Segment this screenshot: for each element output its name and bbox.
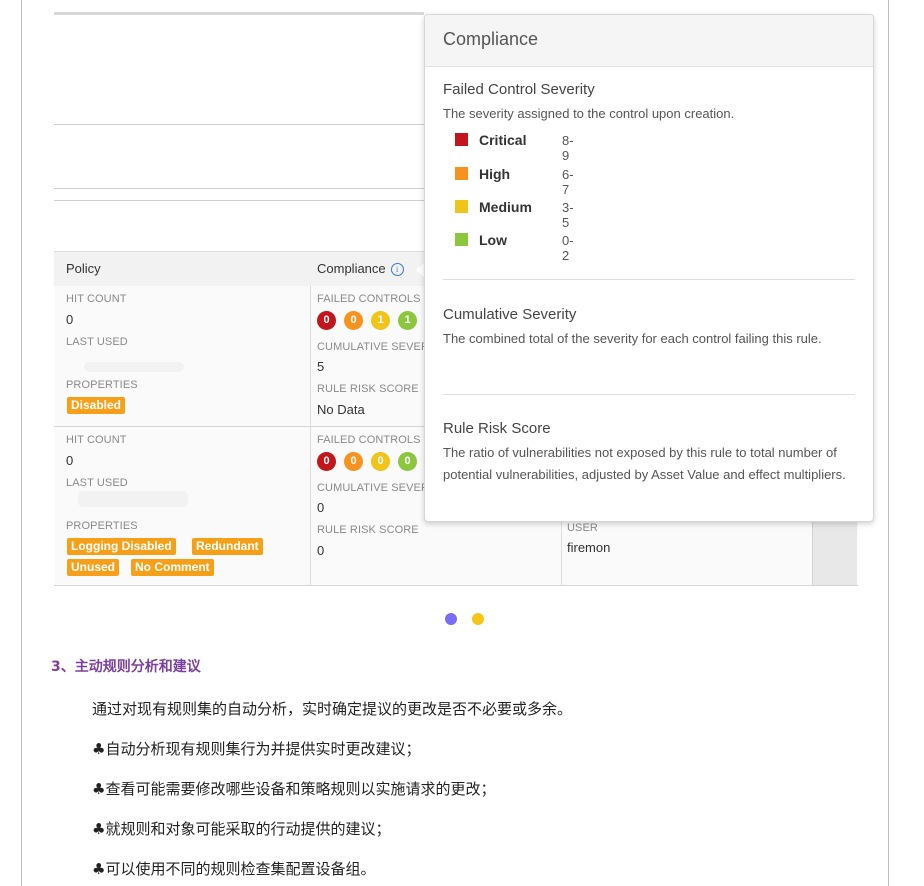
rule-risk-score-desc: The ratio of vulnerabilities not exposed…	[443, 445, 846, 482]
high-count-badge: 0	[344, 311, 363, 330]
page-border-left	[21, 0, 22, 886]
medium-count-badge: 1	[371, 311, 390, 330]
cumulative-severity-value: 5	[317, 359, 325, 374]
severity-name: High	[479, 166, 511, 182]
critical-count-badge: 0	[317, 452, 336, 471]
user-label: USER	[567, 522, 598, 534]
tag-unused: Unused	[67, 559, 120, 576]
section-heading: 3、主动规则分析和建议	[51, 659, 201, 675]
divider	[54, 188, 424, 189]
severity-name: Critical	[479, 132, 527, 148]
cumulative-severity-title: Cumulative Severity	[443, 306, 577, 323]
properties-label: PROPERTIES	[66, 520, 138, 532]
cumulative-severity-desc: The combined total of the severity for e…	[443, 331, 822, 346]
column-divider	[310, 427, 311, 585]
compliance-popover: Compliance Failed Control Severity The s…	[424, 14, 874, 522]
critical-swatch	[455, 133, 468, 146]
hit-count-value: 0	[66, 312, 74, 327]
column-header-policy[interactable]: Policy	[66, 252, 101, 286]
user-value: firemon	[567, 540, 611, 555]
popover-pointer	[416, 263, 424, 277]
medium-swatch	[455, 200, 468, 213]
hit-count-value: 0	[66, 453, 74, 468]
severity-range: 0-2	[562, 233, 574, 263]
bullet-item: ♣可以使用不同的规则检查集配置设备组。	[92, 860, 376, 878]
intro-paragraph: 通过对现有规则集的自动分析，实时确定提议的更改是否不必要或多余。	[92, 700, 573, 718]
carousel-dot[interactable]	[472, 613, 484, 625]
carousel-dot-active[interactable]	[445, 613, 457, 625]
low-swatch	[455, 233, 468, 246]
rule-risk-score-label: RULE RISK SCORE	[317, 524, 419, 536]
last-used-label: LAST USED	[66, 477, 128, 489]
tag-logging-disabled: Logging Disabled	[67, 538, 176, 555]
severity-range: 6-7	[562, 167, 574, 197]
cumulative-severity-label: CUMULATIVE SEVERI	[317, 482, 433, 494]
popover-header: Compliance	[425, 15, 873, 67]
failed-controls-label: FAILED CONTROLS	[317, 293, 421, 305]
info-icon[interactable]: i	[390, 263, 404, 276]
bullet-item: ♣查看可能需要修改哪些设备和策略规则以实施请求的更改；	[92, 780, 496, 798]
rule-risk-score-value: 0	[317, 543, 325, 558]
low-count-badge: 0	[398, 452, 417, 471]
popover-divider	[443, 394, 855, 395]
cumulative-severity-value: 0	[317, 500, 325, 515]
hit-count-label: HIT COUNT	[66, 434, 127, 446]
low-count-badge: 1	[398, 311, 417, 330]
column-header-compliance[interactable]: Compliance i	[317, 252, 404, 286]
divider	[54, 124, 424, 125]
popover-divider	[443, 279, 855, 280]
popover-title: Compliance	[443, 29, 539, 49]
tag-redundant: Redundant	[192, 538, 263, 555]
hit-count-label: HIT COUNT	[66, 293, 127, 305]
column-divider	[310, 286, 311, 426]
high-swatch	[455, 167, 468, 180]
last-used-label: LAST USED	[66, 336, 128, 348]
rule-risk-score-label: RULE RISK SCORE	[317, 383, 419, 395]
bullet-item: ♣就规则和对象可能采取的行动提供的建议；	[92, 820, 391, 838]
redacted-value	[84, 362, 184, 372]
bullet-item: ♣自动分析现有规则集行为并提供实时更改建议；	[92, 740, 421, 758]
failed-controls-label: FAILED CONTROLS	[317, 434, 421, 446]
page-border-right	[888, 0, 889, 886]
rule-risk-score-title: Rule Risk Score	[443, 420, 551, 437]
tag-no-comment: No Comment	[131, 559, 214, 576]
medium-count-badge: 0	[371, 452, 390, 471]
high-count-badge: 0	[344, 452, 363, 471]
redacted-value	[78, 491, 188, 507]
rule-risk-score-value: No Data	[317, 402, 365, 417]
severity-range: 3-5	[562, 200, 574, 230]
critical-count-badge: 0	[317, 311, 336, 330]
severity-name: Low	[479, 232, 507, 248]
severity-name: Medium	[479, 199, 532, 215]
properties-label: PROPERTIES	[66, 379, 138, 391]
tag-disabled: Disabled	[67, 397, 126, 414]
divider	[54, 12, 424, 15]
failed-control-severity-title: Failed Control Severity	[443, 81, 595, 98]
failed-control-severity-desc: The severity assigned to the control upo…	[443, 106, 735, 121]
cumulative-severity-label: CUMULATIVE SEVERI	[317, 341, 433, 353]
divider	[54, 200, 424, 201]
column-header-compliance-label: Compliance	[317, 261, 386, 276]
severity-range: 8-9	[562, 133, 574, 163]
